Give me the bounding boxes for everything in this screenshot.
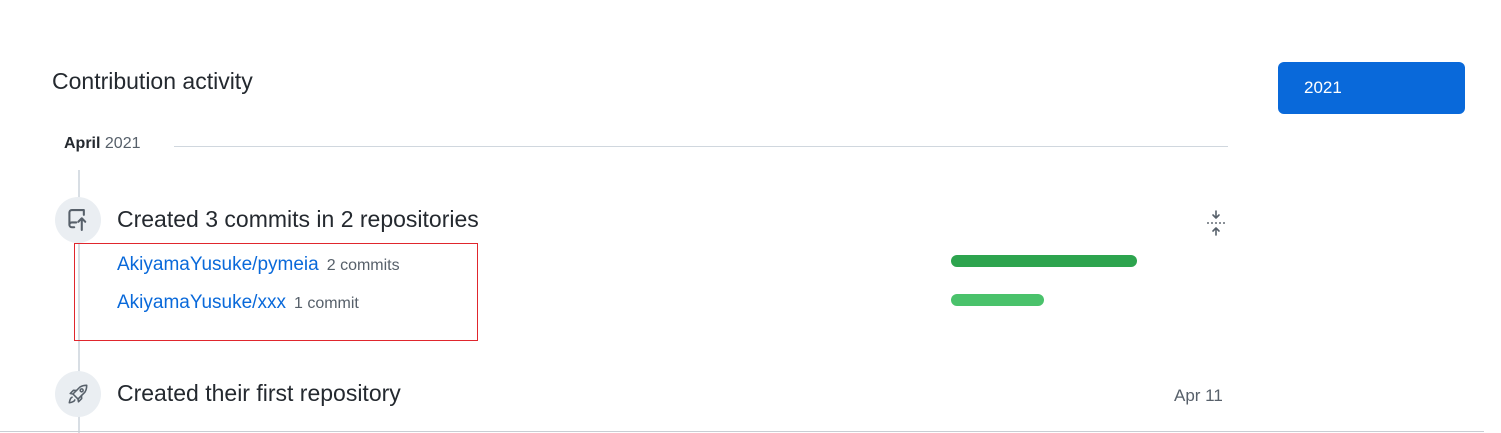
collapse-icon[interactable] — [1204, 208, 1228, 238]
year-filter-button[interactable]: 2021 — [1278, 62, 1465, 114]
commit-share-bar — [951, 294, 1044, 306]
month-divider — [174, 146, 1228, 147]
contribution-activity-page: Contribution activity 2021 April 2021 Cr… — [0, 0, 1501, 433]
repo-link-xxx[interactable]: AkiyamaYusuke/xxx — [117, 292, 286, 314]
month-name: April — [64, 135, 101, 152]
repo-event-title: Created their first repository — [117, 380, 401, 406]
repo-row: AkiyamaYusuke/pymeia 2 commits — [117, 254, 400, 276]
month-year: 2021 — [104, 135, 141, 152]
repo-commit-count[interactable]: 1 commit — [294, 295, 359, 313]
event-date: Apr 11 — [1174, 386, 1223, 405]
repo-push-icon — [55, 197, 101, 243]
rocket-icon — [55, 371, 101, 417]
repo-commit-count[interactable]: 2 commits — [327, 257, 400, 275]
repo-row: AkiyamaYusuke/xxx 1 commit — [117, 292, 359, 314]
bottom-divider — [0, 431, 1484, 432]
repo-link-pymeia[interactable]: AkiyamaYusuke/pymeia — [117, 254, 319, 276]
commit-share-bar — [951, 255, 1137, 267]
section-title: Contribution activity — [52, 68, 253, 94]
commits-event-title: Created 3 commits in 2 repositories — [117, 206, 479, 232]
month-header: April 2021 — [64, 135, 141, 153]
